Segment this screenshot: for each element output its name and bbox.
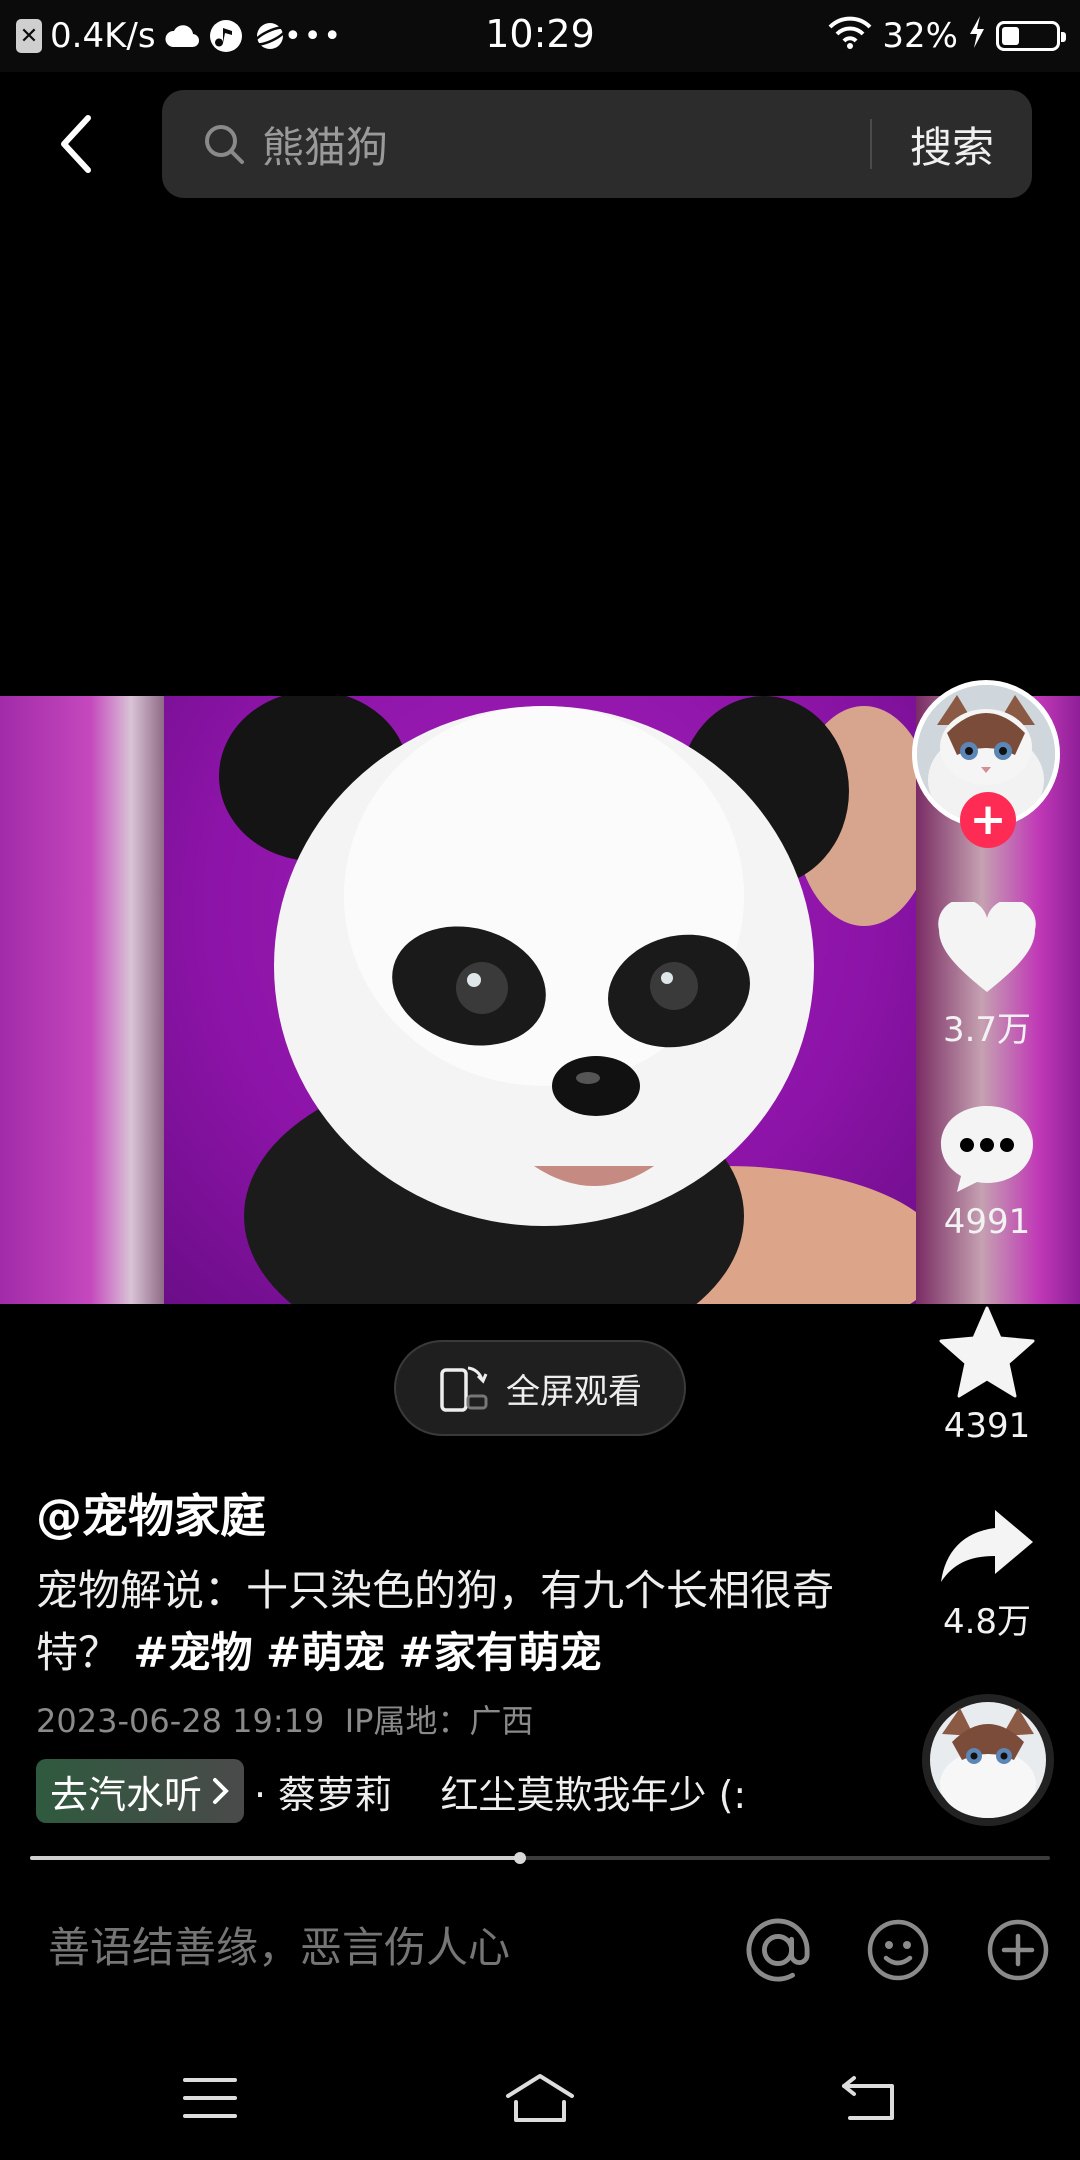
search-icon	[205, 125, 244, 164]
hashtag-link[interactable]: #萌宠	[266, 1628, 385, 1677]
music-disc-cover	[922, 1694, 1054, 1826]
back-return-icon	[842, 2076, 894, 2120]
home-icon	[506, 2074, 574, 2122]
listen-in-app-button[interactable]: 去汽水听	[36, 1759, 245, 1823]
share-count: 4.8万	[942, 1602, 1032, 1642]
fullscreen-label: 全屏观看	[506, 1371, 642, 1412]
author-name[interactable]: @宠物家庭	[36, 1480, 266, 1546]
at-sign-icon	[746, 1918, 810, 1982]
listen-button-label: 去汽水听	[50, 1772, 203, 1817]
menu-lines-icon	[183, 2078, 237, 2118]
progress-fill	[30, 1856, 520, 1860]
video-blur-left	[0, 696, 164, 1304]
charging-icon	[968, 15, 986, 57]
post-caption: 宠物解说：十只染色的狗，有九个长相很奇特？ #宠物 #萌宠 #家有萌宠	[36, 1560, 866, 1684]
rotate-phone-icon	[440, 1366, 488, 1412]
nav-back-button[interactable]	[826, 2058, 914, 2138]
video-frame	[164, 696, 944, 1304]
search-bar: 搜索	[162, 90, 1032, 198]
add-attachment-button[interactable]	[986, 1918, 1050, 1982]
comment-icon	[941, 1106, 1033, 1192]
comment-input[interactable]	[48, 1910, 708, 1984]
battery-fill	[1002, 27, 1019, 45]
favorite-count: 4391	[943, 1406, 1031, 1446]
star-icon	[939, 1306, 1035, 1398]
comment-button[interactable]: 4991	[910, 1102, 1064, 1242]
back-button[interactable]	[40, 100, 112, 188]
battery-percent: 32%	[882, 16, 958, 56]
playback-progress[interactable]	[30, 1852, 1050, 1864]
plus-circle-icon	[987, 1919, 1049, 1981]
action-column: + 3.7万 4991 4391 4.8万	[910, 680, 1064, 1840]
post-meta: 2023-06-28 19:19 IP属地：广西	[36, 1702, 534, 1740]
favorite-button[interactable]: 4391	[910, 1306, 1064, 1446]
music-title[interactable]: · 蔡萝莉 红尘莫欺我年少 (:	[254, 1764, 746, 1819]
chevron-left-icon	[61, 115, 91, 173]
like-count: 3.7万	[942, 1010, 1032, 1050]
heart-icon	[938, 902, 1036, 992]
plus-icon: +	[969, 794, 1007, 845]
smiley-icon	[867, 1919, 929, 1981]
wifi-icon	[828, 15, 872, 58]
search-button[interactable]: 搜索	[872, 114, 1032, 175]
follow-button[interactable]: +	[960, 792, 1016, 848]
mention-button[interactable]	[746, 1918, 810, 1982]
battery-icon	[996, 21, 1066, 51]
music-row: 去汽水听 · 蔡萝莉 红尘莫欺我年少 (:	[36, 1758, 776, 1824]
fullscreen-button[interactable]: 全屏观看	[394, 1340, 686, 1436]
search-input[interactable]	[262, 90, 870, 198]
hashtag-link[interactable]: #家有萌宠	[399, 1628, 602, 1677]
music-disc[interactable]	[922, 1694, 1054, 1826]
nav-menu-button[interactable]	[166, 2058, 254, 2138]
nav-home-button[interactable]	[496, 2058, 584, 2138]
panda-dog-image	[219, 696, 944, 1304]
share-arrow-icon	[941, 1510, 1033, 1582]
emoji-button[interactable]	[866, 1918, 930, 1982]
progress-knob[interactable]	[513, 1852, 526, 1864]
like-button[interactable]: 3.7万	[910, 902, 1064, 1051]
status-bar: ✕ 0.4K/s ••• 10:29 32%	[0, 0, 1080, 72]
chevron-right-icon	[213, 1778, 229, 1804]
comment-count: 4991	[943, 1202, 1031, 1242]
share-button[interactable]: 4.8万	[910, 1506, 1064, 1643]
hashtag-link[interactable]: #宠物	[133, 1628, 252, 1677]
